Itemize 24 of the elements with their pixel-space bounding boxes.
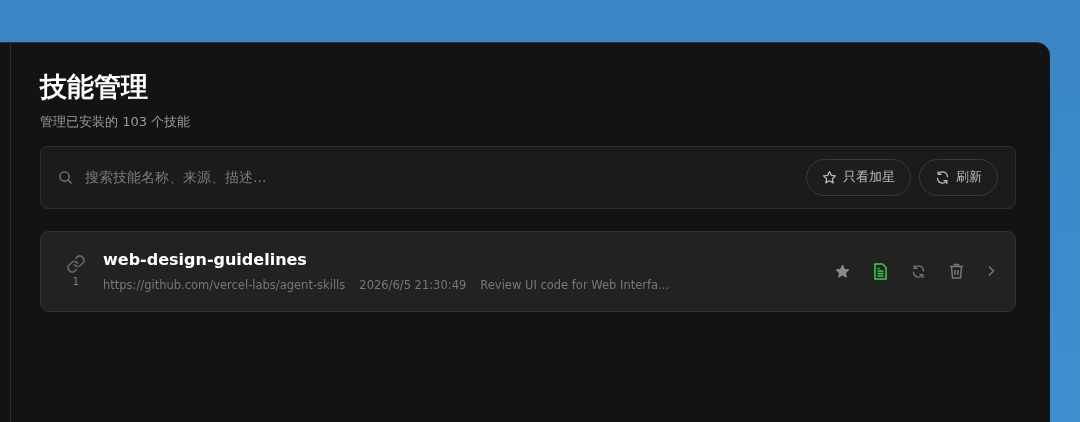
document-button[interactable]: [873, 262, 888, 280]
skill-name: web-design-guidelines: [103, 248, 308, 271]
trash-icon: [949, 263, 964, 280]
refresh-icon: [935, 169, 950, 185]
skill-description: Review UI code for Web Interfa...: [480, 276, 670, 294]
refresh-icon: [911, 263, 926, 279]
page-title: 技能管理: [40, 70, 149, 104]
refresh-button[interactable]: 刷新: [919, 158, 998, 196]
link-icon: [66, 253, 86, 274]
search-icon: [58, 169, 73, 185]
skill-row[interactable]: 1 web-design-guidelines https://github.com/vercel-labs/agent-skills 2026/6/5 21:30:49 Review UI code for Web Interfa...: [40, 230, 1016, 312]
skill-time: 2026/6/5 21:30:49: [359, 276, 467, 294]
chevron-right-icon[interactable]: [987, 265, 995, 278]
row-number: 1: [72, 274, 80, 289]
star-button[interactable]: [835, 263, 850, 279]
document-icon: [873, 262, 888, 280]
starred-filter-button[interactable]: 只看加星: [806, 158, 911, 196]
star-icon: [835, 263, 850, 279]
delete-button[interactable]: [949, 263, 964, 280]
skill-source: https://github.com/vercel-labs/agent-skills: [103, 276, 346, 294]
sync-button[interactable]: [911, 263, 926, 279]
search-field[interactable]: 搜索技能名称、来源、描述... 只看加星 刷新: [40, 145, 1016, 209]
page-subtitle: 管理已安装的 103 个技能: [40, 113, 192, 132]
star-icon: [822, 169, 837, 185]
